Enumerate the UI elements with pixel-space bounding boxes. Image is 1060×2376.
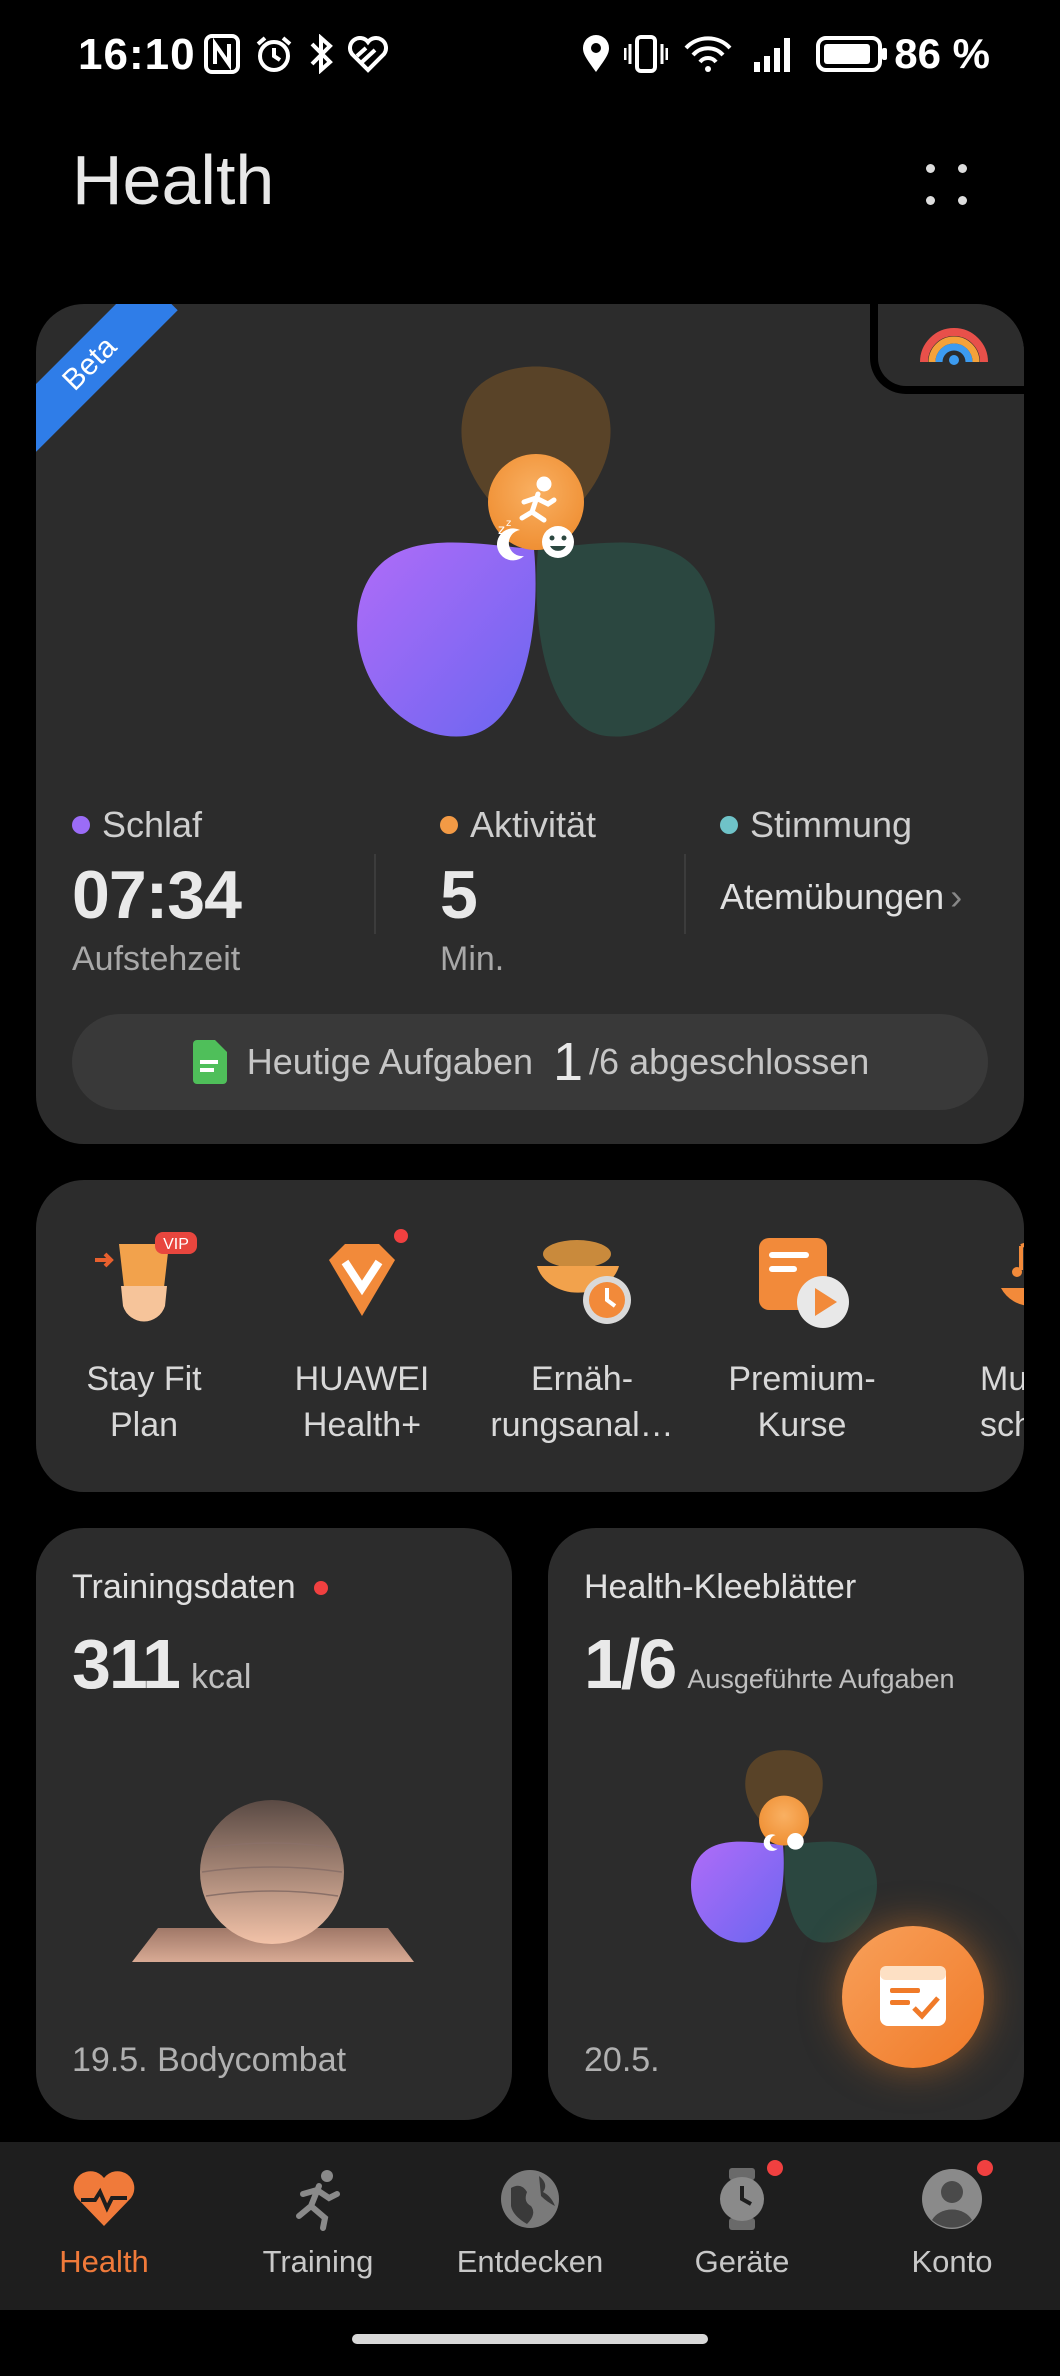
notification-dot xyxy=(977,2160,993,2176)
exercise-ball-illustration xyxy=(132,1800,414,1962)
task-list-fab[interactable] xyxy=(842,1926,984,2068)
sleep-value: 07:34 xyxy=(72,857,242,933)
running-person-icon xyxy=(285,2166,351,2232)
health-plus-icon xyxy=(307,1226,417,1336)
shortcut-health-plus[interactable]: HUAWEI Health+ xyxy=(262,1226,462,1448)
divider xyxy=(374,854,376,934)
sleep-music-icon xyxy=(961,1226,1024,1336)
shortcut-label: Stay Fit Plan xyxy=(86,1360,202,1444)
heart-pulse-icon xyxy=(71,2166,137,2232)
battery-percent: 86 % xyxy=(894,30,990,77)
clock: 16:10 xyxy=(78,30,196,79)
svg-text:z: z xyxy=(506,518,511,529)
notification-dot xyxy=(313,1580,328,1595)
tasks-prefix: Heutige Aufgaben xyxy=(246,1041,533,1082)
page-title: Health xyxy=(72,141,275,219)
shortcut-label: Premium- Kurse xyxy=(728,1360,876,1444)
beta-badge: Beta xyxy=(36,304,178,452)
activity-sub: Min. xyxy=(440,940,505,978)
rainbow-icon xyxy=(920,328,988,365)
bottom-navigation: Health Training Entdecken Geräte Konto xyxy=(0,2142,1060,2310)
activity-value: 5 xyxy=(440,857,478,933)
vibrate-icon xyxy=(624,35,668,73)
sleep-metric[interactable]: Schlaf 07:34 Aufstehzeit xyxy=(72,804,242,979)
training-data-card[interactable]: Trainingsdaten 311 kcal 19.5. Bodycombat xyxy=(36,1528,512,2120)
account-icon xyxy=(919,2160,993,2232)
shortcuts-row[interactable]: VIP Stay Fit Plan HUAWEI Health+ Ernäh-run… xyxy=(36,1180,1024,1492)
svg-text:z: z xyxy=(498,523,505,538)
battery-icon xyxy=(816,36,887,72)
more-menu-button[interactable] xyxy=(918,158,978,218)
watch-icon xyxy=(709,2160,783,2232)
training-footer: 19.5. Bodycombat xyxy=(72,2041,347,2079)
nutrition-analysis-icon xyxy=(527,1226,637,1336)
divider xyxy=(684,854,686,934)
sleep-label: Schlaf xyxy=(102,804,203,845)
breathing-exercise-link[interactable]: Atemübungen › xyxy=(720,876,962,918)
mood-petal xyxy=(536,542,715,737)
nfc-icon xyxy=(204,34,240,74)
clover-title: Health-Kleeblätter xyxy=(584,1568,857,1606)
nav-label: Training xyxy=(262,2244,374,2279)
health-app-icon xyxy=(348,36,388,73)
mood-label: Stimmung xyxy=(750,804,913,845)
activity-dot xyxy=(440,816,458,834)
shortcut-label: HUAWEI Health+ xyxy=(294,1360,430,1444)
shortcut-label: Musikschla xyxy=(980,1360,1024,1444)
nav-account[interactable]: Konto xyxy=(862,2160,1042,2280)
location-icon xyxy=(583,35,609,72)
mood-dot xyxy=(720,816,738,834)
nav-health[interactable]: Health xyxy=(14,2166,194,2280)
document-icon xyxy=(192,1040,227,1084)
sleep-petal xyxy=(357,542,536,737)
chevron-right-icon: › xyxy=(950,876,963,917)
checklist-icon xyxy=(880,1966,946,2026)
shortcut-premium-courses[interactable]: Premium- Kurse xyxy=(702,1226,902,1448)
premium-courses-icon xyxy=(747,1226,857,1336)
sleep-sub: Aufstehzeit xyxy=(72,940,241,978)
nav-label: Geräte xyxy=(694,2244,790,2279)
nav-label: Entdecken xyxy=(456,2244,604,2279)
bluetooth-icon xyxy=(310,34,333,74)
shortcut-sleep-music[interactable]: Musikschla xyxy=(916,1226,1024,1448)
shortcut-nutrition[interactable]: Ernäh-rungsanal… xyxy=(482,1226,682,1448)
clover-value: 1/6 Ausgeführte Aufgaben xyxy=(584,1625,955,1703)
rainbow-button[interactable] xyxy=(870,304,1024,394)
stay-fit-vip-icon: VIP xyxy=(89,1226,199,1336)
sleep-dot xyxy=(72,816,90,834)
activity-label: Aktivität xyxy=(470,804,597,845)
nav-training[interactable]: Training xyxy=(228,2166,408,2280)
tasks-suffix: /6 abgeschlossen xyxy=(589,1041,870,1082)
clover-footer: 20.5. xyxy=(584,2041,660,2079)
health-clover-chart[interactable]: z z xyxy=(286,344,786,804)
nav-label: Konto xyxy=(911,2244,993,2279)
nav-label: Health xyxy=(59,2244,149,2279)
nav-devices[interactable]: Geräte xyxy=(652,2160,832,2280)
notification-dot xyxy=(767,2160,783,2176)
tasks-done-count: 1 xyxy=(553,1032,584,1092)
svg-text:VIP: VIP xyxy=(163,1236,189,1253)
status-bar: 16:10 86 % xyxy=(0,0,1060,120)
smiley-icon xyxy=(542,526,574,558)
alarm-icon xyxy=(256,36,292,72)
nav-discover[interactable]: Entdecken xyxy=(440,2166,620,2280)
signal-icon xyxy=(754,38,790,72)
globe-icon xyxy=(497,2166,563,2232)
health-clover-card[interactable]: Beta z z Schlaf 07:34 Aufstehzeit Aktivi… xyxy=(36,304,1024,1144)
home-indicator[interactable] xyxy=(352,2334,708,2344)
training-calories: 311 kcal xyxy=(72,1625,252,1703)
daily-tasks-button[interactable]: Heutige Aufgaben 1 /6 abgeschlossen xyxy=(72,1014,988,1110)
wifi-icon xyxy=(684,36,732,72)
activity-metric[interactable]: Aktivität 5 Min. xyxy=(440,804,596,979)
shortcut-stay-fit-plan[interactable]: VIP Stay Fit Plan xyxy=(44,1226,244,1448)
mood-metric[interactable]: Stimmung Atemübungen › xyxy=(720,804,962,918)
training-title: Trainingsdaten xyxy=(72,1568,328,1607)
shortcut-label: Ernäh-rungsanal… xyxy=(490,1360,674,1444)
